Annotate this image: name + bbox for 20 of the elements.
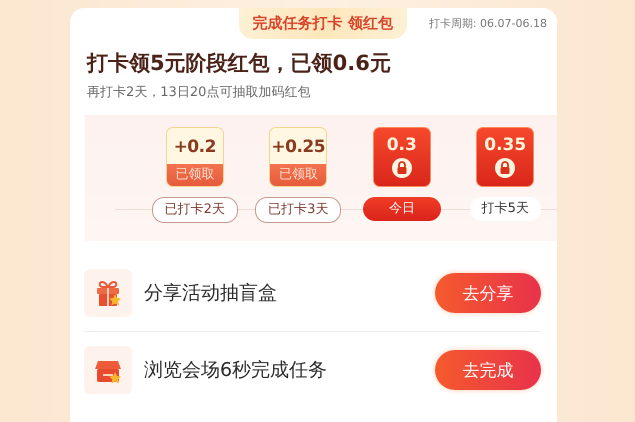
day-label: 已打卡3天 <box>255 197 342 223</box>
period-text: 打卡周期: 06.07-06.18 <box>428 16 547 31</box>
lock-icon <box>494 157 516 179</box>
envelope-amount: 0.3 <box>386 134 417 157</box>
envelope-amount: +0.2 <box>174 136 216 159</box>
task-button[interactable]: 去完成 <box>435 350 541 390</box>
task-title: 浏览会场6秒完成任务 <box>144 358 328 383</box>
day-label: 打卡5天 <box>470 197 541 221</box>
envelope-status: 已领取 <box>270 164 326 186</box>
task-title: 分享活动抽盲盒 <box>144 281 278 306</box>
day-label: 今日 <box>362 197 441 221</box>
envelope-amount: 0.35 <box>484 134 526 157</box>
card-subtitle: 再打卡2天，13日20点可抽取加码红包 <box>87 84 312 101</box>
envelope-amount: +0.25 <box>271 136 326 159</box>
header-badge: 完成任务打卡 领红包 <box>238 8 407 39</box>
card-title: 打卡领5元阶段红包，已领0.6元 <box>87 50 392 77</box>
lock-icon <box>390 157 413 179</box>
envelope-status: 已领取 <box>166 164 223 186</box>
day-label: 已打卡2天 <box>152 197 238 223</box>
task-button[interactable]: 去分享 <box>435 273 541 313</box>
